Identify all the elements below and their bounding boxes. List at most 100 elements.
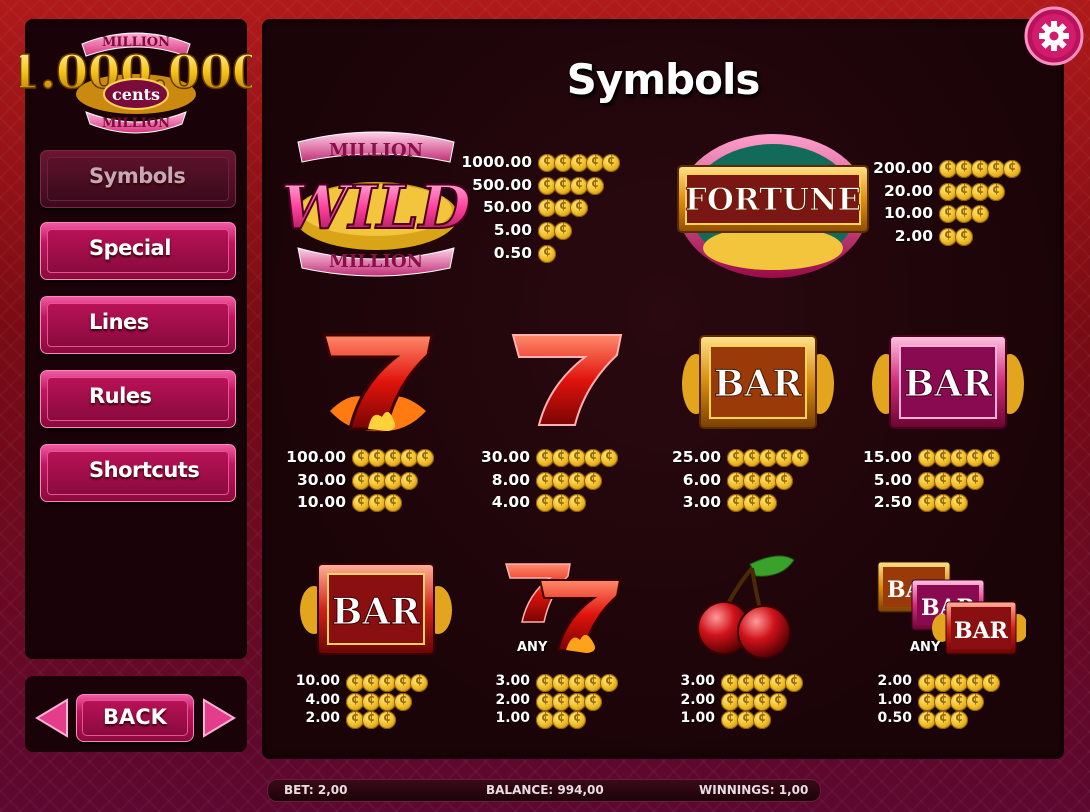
any-bar-symbol: BAR BAR BAR: [877, 561, 1026, 655]
coin-icon: [400, 471, 418, 490]
wild-bottom-text: MILLION: [329, 251, 423, 272]
coin-icon: [791, 448, 809, 467]
coin-icon: [966, 692, 984, 711]
coin-count: [721, 692, 787, 711]
payout-row: 4.00: [484, 493, 586, 516]
payout-row: 3.00: [675, 493, 777, 516]
coin-count: [939, 159, 1021, 178]
previous-arrow-icon[interactable]: [31, 697, 73, 739]
sidebar-item-shortcuts[interactable]: Shortcuts: [40, 444, 236, 502]
payout-row: 30.00: [481, 448, 618, 471]
coin-count: [346, 710, 396, 729]
payout-value: 8.00: [491, 470, 530, 489]
coin-icon: [538, 244, 556, 263]
coin-count: [939, 204, 989, 224]
coin-count: [538, 221, 572, 241]
payout-row: 4.00: [302, 692, 412, 711]
pink-bar-text: BAR: [904, 363, 993, 405]
coin-count: [939, 182, 1005, 201]
payout-value: 25.00: [671, 448, 721, 466]
payout-row: 10.00: [879, 204, 989, 227]
red-bar-paytable: 10.00 4.00 2.00: [296, 673, 428, 729]
payout-row: 3.00: [495, 673, 618, 692]
payout-row: 1.00: [877, 691, 984, 711]
coin-count: [538, 244, 556, 263]
payout-row: 10.00: [296, 673, 428, 692]
coin-icon: [600, 448, 618, 467]
coin-icon: [602, 153, 620, 172]
back-button[interactable]: BACK: [76, 694, 194, 742]
fortune-text: FORTUNE: [685, 182, 861, 218]
sidebar-item-lines[interactable]: Lines: [40, 296, 236, 354]
sidebar-item-label: Symbols: [89, 164, 186, 188]
fortune-paytable: 200.00 20.00 10.00 2.00: [873, 159, 1021, 250]
payout-row: 6.00: [675, 471, 793, 494]
sidebar-item-label: Rules: [89, 384, 152, 408]
coin-count: [918, 471, 984, 490]
coin-icon: [378, 710, 396, 729]
red-seven-paytable: 30.00 8.00 4.00: [481, 448, 618, 516]
coin-icon: [955, 227, 973, 247]
winnings-value: WINNINGS: 1,00: [699, 783, 809, 797]
payout-row: 3.00: [680, 673, 803, 692]
coin-icon: [416, 448, 434, 467]
coin-count: [727, 448, 809, 467]
payout-row: 2.00: [302, 710, 396, 729]
payout-row: 25.00: [671, 448, 809, 471]
payout-value: 3.00: [495, 673, 530, 689]
coin-count: [918, 673, 1000, 692]
coin-count: [727, 493, 777, 513]
coin-icon: [570, 198, 588, 218]
payout-row: 20.00: [879, 182, 1005, 205]
sidebar-item-symbols[interactable]: Symbols: [40, 150, 236, 208]
coin-count: [536, 493, 586, 513]
coin-icon: [769, 692, 787, 711]
coin-icon: [600, 673, 618, 692]
payout-value: 1.00: [495, 710, 530, 726]
payout-value: 2.00: [495, 691, 530, 708]
coin-count: [536, 692, 602, 711]
coin-count: [918, 493, 968, 513]
payout-row: 1.00: [495, 710, 586, 729]
payout-value: 0.50: [493, 243, 532, 262]
bet-value: BET: 2,00: [284, 783, 348, 797]
payout-row: 2.50: [868, 493, 968, 516]
payout-value: 0.50: [877, 710, 912, 726]
coin-icon: [982, 673, 1000, 692]
payout-value: 2.00: [894, 227, 933, 246]
gold-bar-text: BAR: [714, 363, 803, 405]
coin-icon: [384, 493, 402, 513]
payout-value: 10.00: [296, 493, 346, 512]
pink-bar-paytable: 15.00 5.00 2.50: [863, 448, 1000, 516]
payout-value: 15.00: [862, 448, 912, 466]
next-arrow-icon[interactable]: [198, 697, 240, 739]
sidebar-item-label: Lines: [89, 310, 149, 334]
red-bar-text: BAR: [332, 591, 421, 633]
page-title: Symbols: [566, 55, 761, 104]
coin-icon: [966, 471, 984, 490]
coin-count: [538, 176, 604, 195]
coin-count: [536, 448, 618, 467]
payout-row: 5.00: [868, 471, 984, 494]
payout-row: 2.00: [879, 227, 973, 250]
payout-value: 1.00: [877, 691, 912, 708]
payout-row: 500.00: [470, 175, 604, 199]
coin-icon: [775, 471, 793, 490]
wild-top-text: MILLION: [329, 140, 423, 161]
sidebar-item-special[interactable]: Special: [40, 222, 236, 280]
payout-row: 100.00: [286, 448, 434, 471]
payout-row: 2.00: [680, 692, 787, 711]
coin-count: [939, 227, 973, 247]
status-bar: BET: 2,00 BALANCE: 994,00 WINNINGS: 1,00: [267, 779, 821, 802]
coin-icon: [1003, 159, 1021, 178]
coin-count: [352, 493, 402, 513]
sidebar-item-rules[interactable]: Rules: [40, 370, 236, 428]
back-button-label: BACK: [103, 705, 167, 729]
payout-value: 2.00: [305, 710, 340, 726]
coin-count: [536, 471, 602, 490]
sidebar-item-label: Shortcuts: [89, 458, 200, 482]
coin-count: [538, 198, 588, 218]
payout-value: 500.00: [472, 175, 532, 194]
settings-gear-icon[interactable]: [1024, 6, 1084, 66]
coin-icon: [554, 221, 572, 241]
